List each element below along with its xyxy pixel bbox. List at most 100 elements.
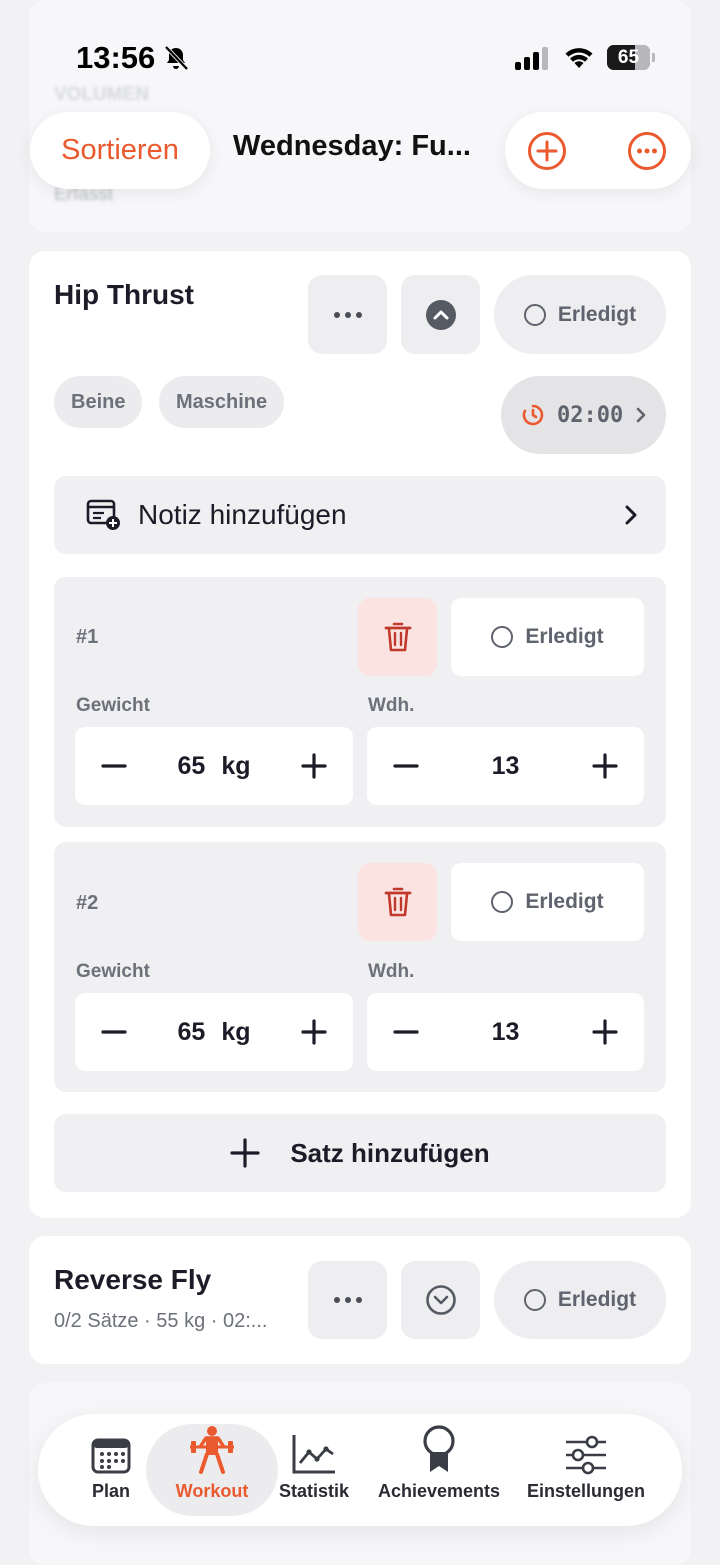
- reps-increment-button[interactable]: [588, 749, 622, 783]
- circle-icon: [523, 303, 546, 326]
- chevron-down-circle-icon: [425, 1285, 456, 1315]
- add-set-label: Satz hinzufügen: [290, 1137, 490, 1168]
- exercise-title: Hip Thrust: [54, 279, 194, 310]
- weight-label: Gewicht: [76, 695, 150, 716]
- cell-signal-icon: [515, 46, 551, 70]
- tab-label: Workout: [175, 1481, 249, 1501]
- add-set-button[interactable]: Satz hinzufügen: [54, 1114, 666, 1192]
- weight-value[interactable]: 65: [178, 752, 206, 781]
- weight-stepper: 65 kg: [75, 993, 353, 1071]
- set-done-toggle[interactable]: Erledigt: [451, 863, 644, 941]
- reps-label: Wdh.: [368, 961, 415, 982]
- ellipsis-icon: [333, 1297, 362, 1303]
- exercise-more-button[interactable]: [308, 1261, 387, 1339]
- exercise-done-toggle[interactable]: Erledigt: [494, 1261, 666, 1339]
- minus-icon: [101, 1030, 127, 1034]
- tab-plan[interactable]: Plan: [76, 1424, 146, 1516]
- chevron-right-icon: [625, 505, 637, 525]
- reps-value[interactable]: 13: [492, 1018, 520, 1047]
- battery-percent: 65: [617, 47, 640, 68]
- circle-icon: [491, 891, 514, 913]
- tab-statistik[interactable]: Statistik: [274, 1424, 354, 1516]
- expand-button[interactable]: [401, 1261, 480, 1339]
- note-add-icon: [86, 499, 120, 530]
- trash-icon: [384, 887, 411, 917]
- plus-icon: [592, 753, 618, 779]
- tab-bar: Plan Workout Statistik Achievements Eins…: [38, 1414, 682, 1526]
- plus-icon: [301, 753, 327, 779]
- reps-value[interactable]: 13: [492, 752, 520, 781]
- exercise-summary: 0/2 Sätze · 55 kg · 02:...: [54, 1310, 268, 1332]
- plus-icon: [592, 1019, 618, 1045]
- set-done-label: Erledigt: [525, 625, 604, 648]
- collapse-button[interactable]: [401, 275, 480, 354]
- done-label: Erledigt: [557, 302, 637, 326]
- weight-stepper: 65 kg: [75, 727, 353, 805]
- chevron-right-icon: [636, 407, 646, 423]
- page-title: Wednesday: Fu...: [233, 130, 471, 162]
- tab-workout[interactable]: Workout: [146, 1424, 278, 1516]
- battery-icon: 65: [607, 45, 655, 70]
- weight-increment-button[interactable]: [297, 749, 331, 783]
- reps-decrement-button[interactable]: [389, 749, 423, 783]
- status-time: 13:56: [76, 40, 156, 75]
- minus-icon: [393, 764, 419, 768]
- tab-label: Achievements: [377, 1481, 501, 1501]
- award-icon: [423, 1425, 455, 1472]
- delete-set-button[interactable]: [358, 598, 437, 676]
- plus-icon: [301, 1019, 327, 1045]
- wifi-icon: [565, 48, 593, 68]
- tab-achievements[interactable]: Achievements: [374, 1424, 504, 1516]
- tab-label: Statistik: [278, 1481, 350, 1501]
- exercise-more-button[interactable]: [308, 275, 387, 354]
- reps-stepper: 13: [367, 993, 644, 1071]
- add-note-label: Notiz hinzufügen: [138, 499, 347, 530]
- minus-icon: [393, 1030, 419, 1034]
- set-done-toggle[interactable]: Erledigt: [451, 598, 644, 676]
- tab-label: Plan: [91, 1481, 130, 1501]
- sort-button[interactable]: Sortieren: [30, 112, 210, 189]
- add-circle-icon[interactable]: [527, 131, 567, 171]
- delete-set-button[interactable]: [358, 863, 437, 941]
- more-circle-icon[interactable]: [627, 131, 667, 171]
- bell-muted-icon: [164, 45, 189, 71]
- weight-unit: kg: [221, 1017, 251, 1046]
- circle-icon: [523, 1289, 546, 1311]
- chart-line-icon: [292, 1435, 335, 1474]
- weight-decrement-button[interactable]: [97, 1015, 131, 1049]
- reps-decrement-button[interactable]: [389, 1015, 423, 1049]
- weight-value[interactable]: 65: [178, 1018, 206, 1047]
- circle-icon: [491, 626, 514, 648]
- rest-timer-button[interactable]: 02:00: [501, 376, 666, 454]
- exercise-done-toggle[interactable]: Erledigt: [494, 275, 666, 354]
- tag-equipment: Maschine: [159, 376, 285, 428]
- reps-stepper: 13: [367, 727, 644, 805]
- set-done-label: Erledigt: [525, 890, 604, 913]
- sliders-icon: [566, 1435, 606, 1475]
- calendar-icon: [91, 1438, 131, 1474]
- set-number: #1: [76, 626, 99, 648]
- timer-icon: [522, 404, 544, 426]
- set-number: #2: [76, 892, 99, 914]
- reps-increment-button[interactable]: [588, 1015, 622, 1049]
- weightlifter-icon: [190, 1426, 234, 1474]
- weight-label: Gewicht: [76, 961, 150, 982]
- weight-unit: kg: [221, 751, 251, 780]
- tab-label: Einstellungen: [526, 1481, 645, 1501]
- tab-einstellungen[interactable]: Einstellungen: [524, 1424, 648, 1516]
- volume-label: VOLUMEN: [54, 84, 149, 105]
- top-actions: [505, 112, 691, 189]
- timer-value: 02:00: [557, 402, 624, 428]
- chevron-up-circle-icon: [425, 299, 456, 330]
- add-note-row[interactable]: Notiz hinzufügen: [54, 476, 666, 554]
- exercise-title: Reverse Fly: [54, 1264, 212, 1295]
- reps-label: Wdh.: [368, 695, 415, 716]
- weight-increment-button[interactable]: [297, 1015, 331, 1049]
- tag-muscle: Beine: [54, 376, 143, 428]
- weight-decrement-button[interactable]: [97, 749, 131, 783]
- done-label: Erledigt: [557, 1288, 637, 1311]
- trash-icon: [384, 622, 411, 652]
- ellipsis-icon: [333, 311, 362, 318]
- minus-icon: [101, 764, 127, 768]
- plus-icon: [230, 1138, 260, 1168]
